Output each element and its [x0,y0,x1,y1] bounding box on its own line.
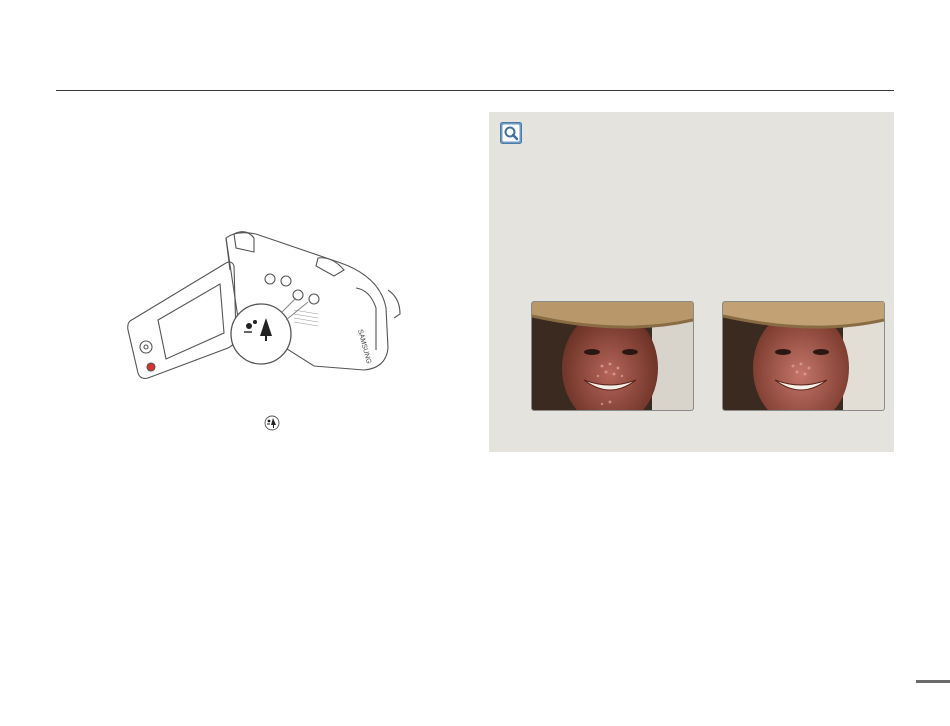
tip-box [489,112,894,452]
face-photo-before [531,301,694,411]
page-number-marker [916,680,950,683]
header-rule [56,90,894,91]
svg-text:SAMSUNG: SAMSUNG [356,329,372,365]
magnifier-icon [500,122,522,144]
anti-shake-icon [264,415,280,431]
camcorder-illustration: SAMSUNG [118,218,418,388]
face-photo-after [722,301,885,411]
